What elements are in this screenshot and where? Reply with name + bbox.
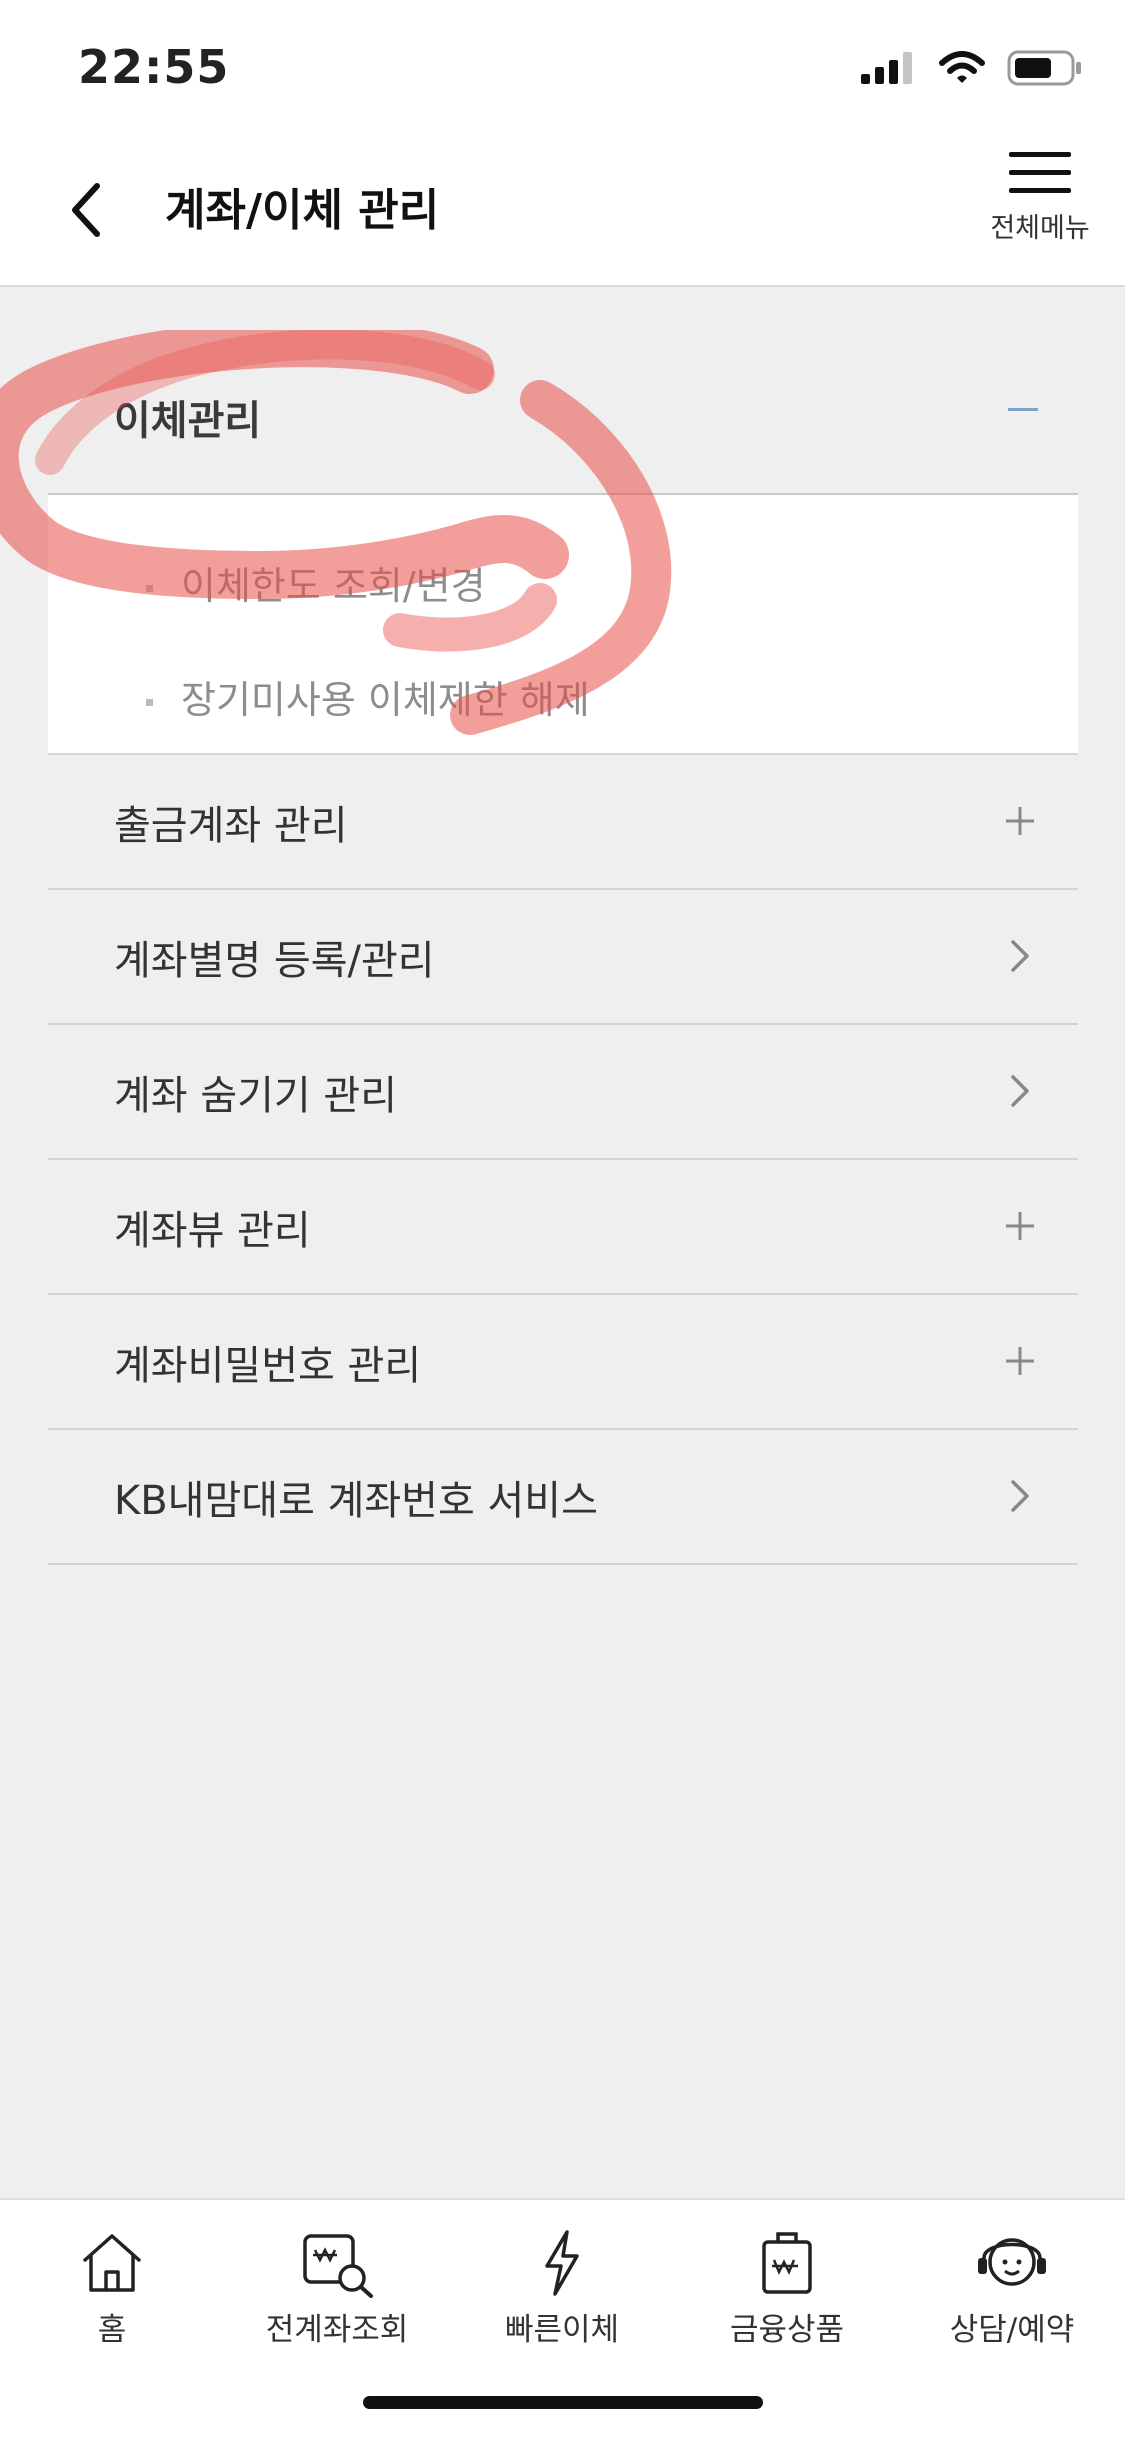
battery-icon	[1007, 50, 1081, 86]
tab-label: 홈	[97, 2312, 127, 2348]
headset-icon	[978, 2238, 1046, 2286]
tab-financial-products[interactable]: 금융상품	[687, 2228, 887, 2349]
status-bar: 22:55	[0, 0, 1125, 140]
row-label: 출금계좌 관리	[114, 803, 348, 849]
row-label: 계좌비밀번호 관리	[114, 1343, 422, 1389]
menu-list: 이체관리 이체한도 조회/변경 장기미사용 이체제한 해제 출금계좌 관리 계좌…	[48, 330, 1078, 1565]
status-icons	[861, 50, 1083, 86]
row-account-hide[interactable]: 계좌 숨기기 관리	[48, 1025, 1078, 1160]
sub-item-label: 이체한도 조회/변경	[181, 564, 486, 608]
page-title: 계좌/이체 관리	[165, 185, 440, 236]
tab-quick-transfer[interactable]: 빠른이체	[462, 2228, 662, 2349]
signal-icon	[861, 52, 912, 84]
chevron-right-icon	[1002, 1478, 1038, 1514]
full-menu-button[interactable]: 전체메뉴	[985, 150, 1095, 270]
sub-item-label: 장기미사용 이체제한 해제	[181, 678, 590, 722]
status-time: 22:55	[78, 40, 230, 94]
page-header: 계좌/이체 관리 전체메뉴	[0, 140, 1125, 287]
row-label: 계좌뷰 관리	[114, 1208, 311, 1254]
sub-item-limit[interactable]: 이체한도 조회/변경	[146, 555, 486, 610]
row-kb-custom-account-number[interactable]: KB내맘대로 계좌번호 서비스	[48, 1430, 1078, 1565]
plus-icon	[1002, 1208, 1038, 1244]
sub-item-dormant-release[interactable]: 장기미사용 이체제한 해제	[146, 669, 590, 724]
tab-label: 빠른이체	[504, 2312, 620, 2348]
tab-all-accounts[interactable]: 전계좌조회	[237, 2228, 437, 2349]
full-menu-label: 전체메뉴	[990, 213, 1090, 244]
chevron-right-icon	[1002, 938, 1038, 974]
tab-label: 금융상품	[729, 2312, 845, 2348]
back-button[interactable]	[55, 170, 115, 250]
chevron-left-icon	[72, 183, 100, 237]
row-label: 계좌 숨기기 관리	[114, 1073, 398, 1119]
hamburger-icon	[1009, 152, 1071, 193]
bullet-icon	[146, 699, 153, 706]
row-withdrawal-account[interactable]: 출금계좌 관리	[48, 755, 1078, 890]
plus-icon	[1002, 1343, 1038, 1379]
tab-label: 상담/예약	[949, 2312, 1075, 2348]
wifi-icon	[939, 51, 985, 83]
tab-home[interactable]: 홈	[12, 2228, 212, 2349]
minus-icon	[1008, 408, 1038, 411]
row-account-view[interactable]: 계좌뷰 관리	[48, 1160, 1078, 1295]
home-indicator[interactable]	[363, 2396, 763, 2409]
section-title: 이체관리	[114, 398, 262, 444]
tab-consultation-reservation[interactable]: 상담/예약	[912, 2228, 1112, 2349]
chevron-right-icon	[1002, 1073, 1038, 1109]
plus-icon	[1002, 803, 1038, 839]
row-label: KB내맘대로 계좌번호 서비스	[114, 1478, 598, 1524]
row-account-alias[interactable]: 계좌별명 등록/관리	[48, 890, 1078, 1025]
account-search-icon	[303, 2234, 373, 2298]
tab-label: 전계좌조회	[265, 2312, 409, 2348]
financial-product-icon	[762, 2232, 812, 2294]
bullet-icon	[146, 585, 153, 592]
row-label: 계좌별명 등록/관리	[114, 938, 435, 984]
lightning-icon	[545, 2230, 579, 2296]
home-icon	[83, 2234, 141, 2292]
section-transfer-management[interactable]: 이체관리	[48, 330, 1078, 495]
sub-menu-panel: 이체한도 조회/변경 장기미사용 이체제한 해제	[48, 495, 1078, 755]
row-account-password[interactable]: 계좌비밀번호 관리	[48, 1295, 1078, 1430]
